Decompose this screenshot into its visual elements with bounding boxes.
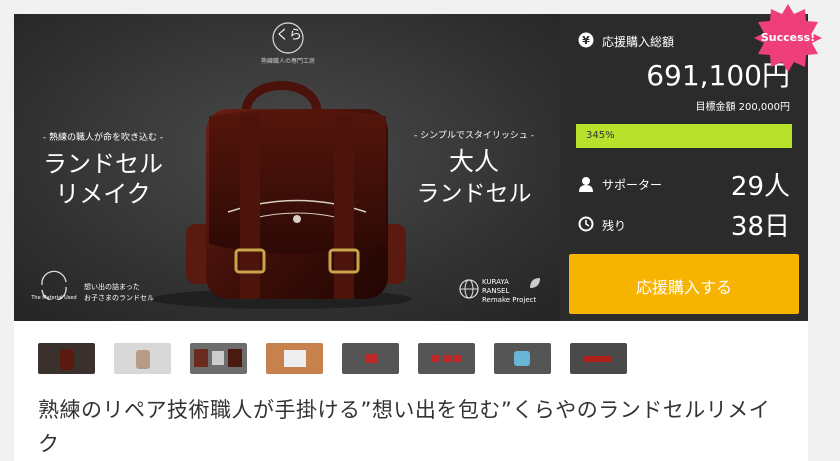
supporters-label: サポーター (602, 178, 663, 192)
project-logo-line2: RANSEL (482, 287, 510, 295)
progress-bar: 345% (576, 124, 792, 148)
supporters-value: 29人 (730, 172, 790, 202)
thumbnail-6[interactable] (418, 343, 475, 374)
thumbnail-3[interactable] (190, 343, 247, 374)
yen-icon: ¥ (578, 32, 594, 48)
project-logo-line3: Remake Project (482, 296, 537, 304)
thumbnail-8[interactable] (570, 343, 627, 374)
thumbnail-7[interactable] (494, 343, 551, 374)
hero-left-subtitle: - 熟練の職人が命を吹き込む - (42, 133, 164, 143)
thumbnail-1[interactable] (38, 343, 95, 374)
clock-icon (578, 216, 594, 232)
thumbnail-4[interactable] (266, 343, 323, 374)
material-used-label: The Material Used (31, 295, 77, 301)
hero-right-subtitle: - シンプルでスタイリッシュ - (414, 131, 534, 141)
progress-percent: 345% (586, 130, 615, 141)
material-caption-line2: お子さまのランドセル (84, 294, 154, 302)
globe-icon (459, 279, 479, 299)
hero-left-title-line2: リメイク (55, 180, 151, 208)
hero-right-title-line2: ランドセル (416, 181, 532, 207)
remaining-label: 残り (602, 219, 627, 233)
total-amount-label: 応援購入総額 (602, 35, 675, 49)
success-badge-text: Success! (760, 31, 816, 44)
thumbnail-2[interactable] (114, 343, 171, 374)
success-badge: Success! (754, 4, 822, 72)
support-purchase-button-label: 応援購入する (635, 278, 732, 297)
brand-logo: くら (275, 28, 302, 43)
goal-amount: 目標金額 200,000円 (695, 102, 790, 113)
thumbnail-5[interactable] (342, 343, 399, 374)
project-logo-line1: KURAYA (482, 278, 509, 286)
support-purchase-button[interactable]: 応援購入する (569, 254, 799, 314)
remaining-value: 38日 (730, 212, 790, 242)
svg-text:¥: ¥ (582, 34, 590, 47)
brand-logo-caption: 熟練職人の専門工房 (260, 58, 315, 65)
hero-right-title-line1: 大人 (448, 147, 499, 176)
main-project-image[interactable]: くら 熟練職人の専門工房 - 熟練の職人が命を吹き込む - ランドセル リメイク… (14, 14, 560, 321)
person-icon (579, 177, 593, 192)
material-caption-line1: 想い出の詰まった (84, 283, 140, 291)
project-title: 熟練のリペア技術職人が手掛ける”想い出を包む”くらやのランドセルリメイク (38, 398, 771, 456)
